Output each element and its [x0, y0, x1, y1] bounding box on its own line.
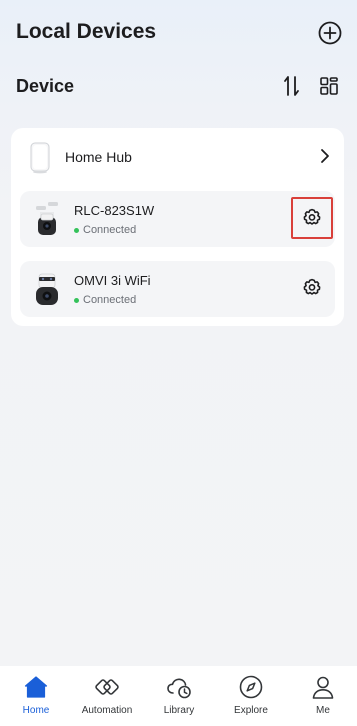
- camera-icon: [33, 200, 61, 238]
- device-name: OMVI 3i WiFi: [74, 273, 151, 288]
- sort-button[interactable]: [282, 75, 302, 97]
- home-hub-label: Home Hub: [65, 149, 132, 165]
- device-status: Connected: [74, 224, 136, 236]
- device-row-omvi-3i-wifi[interactable]: OMVI 3i WiFi Connected: [20, 261, 335, 317]
- compass-icon: [239, 675, 263, 699]
- nav-label: Library: [163, 705, 195, 716]
- home-hub-icon: [29, 142, 51, 174]
- section-title: Device: [16, 76, 75, 96]
- person-icon: [312, 676, 334, 699]
- home-hub-row[interactable]: Home Hub: [11, 128, 344, 186]
- nav-library[interactable]: Library: [149, 674, 209, 722]
- device-settings-button[interactable]: [291, 267, 333, 309]
- plus-circle-icon: [318, 21, 342, 45]
- gear-icon: [303, 208, 321, 225]
- nav-home[interactable]: Home: [6, 674, 66, 722]
- camera-icon: [33, 270, 61, 308]
- automation-icon: [95, 679, 119, 695]
- device-status-text: Connected: [83, 224, 137, 236]
- page-title: Local Devices: [16, 20, 157, 43]
- nav-label: Home: [22, 705, 50, 716]
- status-dot-icon: [74, 297, 79, 303]
- device-card: Home Hub RLC-823S1W Connected OMVI 3i Wi…: [11, 128, 344, 326]
- nav-automation[interactable]: Automation: [77, 674, 137, 722]
- add-device-button[interactable]: [318, 21, 342, 45]
- bottom-nav: Home Automation Library Explore Me: [0, 666, 357, 726]
- nav-me[interactable]: Me: [293, 674, 353, 722]
- nav-label: Automation: [81, 705, 133, 716]
- nav-label: Explore: [234, 705, 268, 716]
- device-name: RLC-823S1W: [74, 203, 155, 218]
- sort-arrows-icon: [284, 76, 299, 96]
- status-dot-icon: [74, 227, 79, 233]
- nav-label: Me: [316, 705, 330, 716]
- gear-icon: [303, 278, 321, 295]
- device-status: Connected: [74, 294, 136, 306]
- chevron-right-icon: [318, 148, 332, 164]
- home-icon: [24, 676, 48, 698]
- device-status-text: Connected: [83, 294, 137, 306]
- layout-toggle-button[interactable]: [320, 77, 338, 95]
- nav-explore[interactable]: Explore: [221, 674, 281, 722]
- device-row-rlc-823s1w[interactable]: RLC-823S1W Connected: [20, 191, 335, 247]
- cloud-clock-icon: [167, 678, 191, 699]
- grid-layout-icon: [320, 77, 338, 95]
- device-settings-button[interactable]: [291, 197, 333, 239]
